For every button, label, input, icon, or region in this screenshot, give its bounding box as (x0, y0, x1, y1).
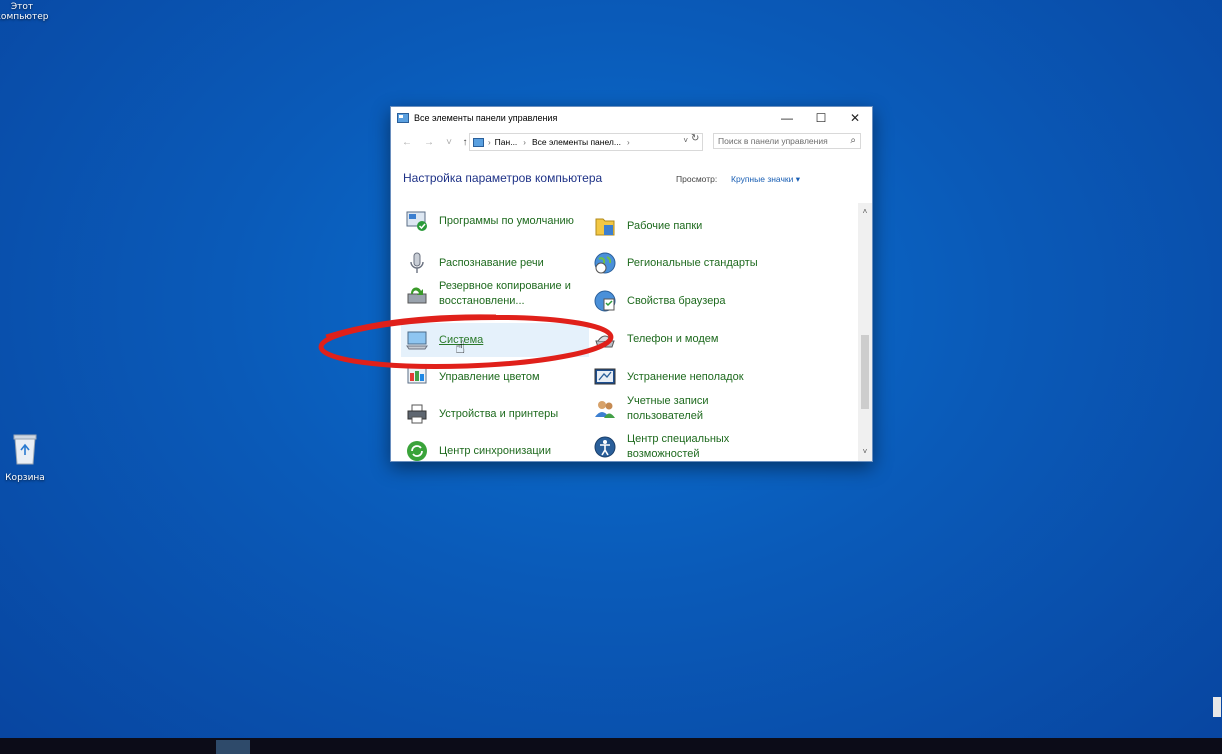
globe-clock-icon (594, 252, 616, 274)
printer-icon (407, 404, 427, 424)
minimize-button[interactable]: — (770, 107, 804, 129)
search-icon[interactable] (44, 740, 58, 754)
default-programs-icon (406, 211, 427, 231)
recycle-bin-desktop-icon[interactable]: Корзина (0, 432, 55, 483)
user-accounts-icon (595, 401, 615, 418)
control-panel-taskbar-icon[interactable] (216, 740, 250, 754)
forward-arrow-icon[interactable]: → (421, 137, 437, 148)
microphone-icon (410, 252, 424, 273)
control-panel-icon (397, 113, 409, 123)
chevron-right-icon: › (488, 137, 491, 147)
ease-of-access-icon (594, 436, 616, 458)
scroll-down-icon[interactable]: ˅ (858, 447, 872, 456)
view-label: Просмотр: (676, 174, 718, 184)
control-panel-icon (473, 137, 484, 147)
item-troubleshooting[interactable]: Устранение неполадок (593, 365, 744, 389)
scroll-up-icon[interactable]: ˄ (858, 207, 872, 216)
maximize-button[interactable]: ☐ (804, 107, 838, 129)
item-regional-settings[interactable]: Региональные стандарты (593, 251, 758, 275)
color-management-icon (407, 367, 427, 384)
edge-browser-icon[interactable] (116, 740, 130, 754)
search-input[interactable]: Поиск в панели управления ⌕ (713, 133, 861, 149)
close-button[interactable]: ✕ (838, 107, 872, 129)
item-speech-recognition[interactable]: Распознавание речи (405, 251, 544, 275)
start-button-icon[interactable] (6, 740, 20, 754)
chevron-right-icon: › (523, 137, 526, 147)
back-arrow-icon[interactable]: ← (399, 137, 415, 148)
item-work-folders[interactable]: Рабочие папки (593, 214, 702, 238)
view-mode-dropdown[interactable]: Крупные значки ▾ (731, 174, 800, 185)
item-devices-printers[interactable]: Устройства и принтеры (405, 402, 558, 426)
chevron-right-icon: › (626, 137, 630, 147)
vertical-scrollbar[interactable]: ˄ ˅ (858, 203, 872, 461)
sync-center-icon (407, 441, 427, 461)
address-field[interactable]: › Пан... › Все элементы панел... › ˅ (469, 133, 703, 151)
search-icon[interactable]: ⌕ (850, 135, 856, 146)
refresh-icon[interactable]: ↻ (691, 133, 699, 144)
recycle-bin-icon (13, 434, 37, 465)
internet-options-icon (594, 290, 616, 312)
item-color-management[interactable]: Управление цветом (405, 365, 540, 389)
store-icon[interactable] (152, 740, 166, 754)
title-bar[interactable]: Все элементы панели управления — ☐ ✕ (391, 107, 872, 129)
this-pc-label: Этот компьютер (0, 2, 49, 22)
backup-icon (407, 287, 427, 304)
system-icon (406, 331, 428, 350)
item-user-accounts[interactable]: Учетные записи пользователей (593, 394, 743, 424)
content-header: Настройка параметров компьютера Просмотр… (391, 155, 872, 207)
search-placeholder: Поиск в панели управления (718, 136, 828, 146)
this-pc-desktop-icon[interactable]: Этот компьютер (0, 2, 52, 22)
work-folders-icon (595, 218, 615, 236)
item-default-programs[interactable]: Программы по умолчанию (405, 209, 585, 233)
items-grid: Программы по умолчанию Распознавание реч… (391, 203, 858, 461)
chevron-down-icon[interactable]: ˅ (441, 137, 457, 148)
scroll-thumb[interactable] (861, 335, 869, 409)
breadcrumb-all-items[interactable]: Все элементы панел... (532, 137, 621, 147)
phone-modem-icon (595, 335, 615, 348)
chevron-down-icon[interactable]: ˅ (683, 136, 688, 145)
file-explorer-icon[interactable] (188, 740, 202, 754)
control-panel-window: Все элементы панели управления — ☐ ✕ ← →… (390, 106, 873, 462)
breadcrumb-control-panel[interactable]: Пан... (495, 137, 518, 147)
item-internet-options[interactable]: Свойства браузера (593, 289, 726, 313)
item-backup-restore[interactable]: Резервное копирование и восстановлени... (405, 279, 591, 309)
window-title: Все элементы панели управления (414, 113, 558, 123)
task-view-icon[interactable] (78, 740, 92, 754)
troubleshooting-icon (594, 368, 616, 385)
taskbar (0, 738, 1222, 754)
item-sync-center[interactable]: Центр синхронизации (405, 439, 551, 461)
page-title: Настройка параметров компьютера (403, 171, 603, 185)
recycle-bin-label: Корзина (5, 473, 45, 483)
hand-cursor-icon: ☝ (455, 338, 466, 358)
item-system[interactable]: Система (401, 323, 589, 357)
address-bar-row: ← → ˅ ↑ › Пан... › Все элементы панел...… (391, 129, 872, 155)
item-ease-of-access[interactable]: Центр специальных возможностей (593, 432, 743, 461)
side-panel-grip[interactable] (1213, 697, 1221, 717)
item-phone-modem[interactable]: Телефон и модем (593, 327, 718, 351)
